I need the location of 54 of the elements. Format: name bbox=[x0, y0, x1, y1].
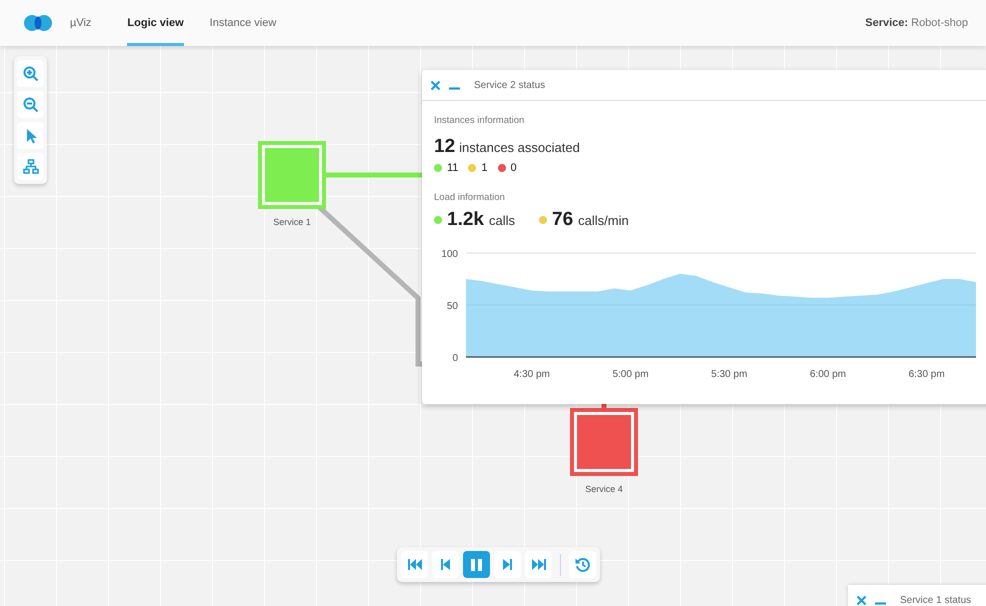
hierarchy-icon bbox=[22, 159, 38, 174]
connector-line bbox=[601, 404, 607, 408]
step-forward-icon bbox=[503, 559, 512, 570]
history-button[interactable] bbox=[569, 551, 596, 578]
x-tick-label: 5:00 pm bbox=[612, 369, 649, 380]
view-tab[interactable]: Instance view bbox=[210, 0, 276, 46]
section-heading: Instances information bbox=[434, 115, 526, 126]
close-button[interactable] bbox=[854, 592, 869, 606]
y-tick-label: 50 bbox=[446, 301, 458, 312]
section-heading: Load information bbox=[434, 192, 506, 203]
last-button[interactable] bbox=[525, 551, 552, 578]
app-name: µViz bbox=[70, 17, 92, 29]
close-button[interactable] bbox=[428, 78, 443, 92]
x-tick-label: 6:30 pm bbox=[908, 369, 945, 380]
zoom-in-button[interactable] bbox=[17, 60, 44, 87]
load-value: 1.2k bbox=[447, 209, 484, 231]
instances-label: instances associated bbox=[459, 140, 580, 155]
panel-title: Service 1 status bbox=[900, 594, 972, 606]
service-label: Service 4 bbox=[585, 484, 623, 494]
skip-end-icon bbox=[532, 559, 546, 570]
load-unit: calls/min bbox=[578, 212, 629, 228]
instances-count: 12 bbox=[434, 136, 456, 158]
instance-count: 1 bbox=[481, 162, 488, 174]
instance-count: 0 bbox=[510, 162, 517, 174]
zoom-in-icon bbox=[22, 66, 38, 82]
load-value: 76 bbox=[552, 209, 574, 231]
x-tick-label: 6:00 pm bbox=[810, 369, 846, 380]
y-tick-label: 100 bbox=[441, 249, 458, 260]
service-label: Service 1 bbox=[273, 217, 311, 227]
minimize-icon bbox=[875, 602, 886, 604]
skip-start-icon bbox=[408, 559, 422, 570]
x-tick-label: 5:30 pm bbox=[711, 369, 748, 380]
first-button[interactable] bbox=[401, 551, 428, 578]
minimize-icon bbox=[449, 86, 460, 90]
pause-button[interactable] bbox=[463, 551, 490, 578]
y-tick-label: 0 bbox=[452, 353, 458, 364]
history-icon bbox=[575, 557, 590, 572]
next-button[interactable] bbox=[494, 551, 521, 578]
pointer-icon bbox=[24, 128, 36, 144]
load-unit: calls bbox=[488, 212, 515, 228]
close-icon bbox=[856, 594, 867, 606]
step-back-icon bbox=[441, 559, 450, 570]
instance-count: 11 bbox=[447, 162, 458, 174]
x-tick-label: 4:30 pm bbox=[514, 369, 550, 380]
pause-icon bbox=[471, 558, 482, 570]
service-node[interactable] bbox=[570, 408, 638, 476]
prev-button[interactable] bbox=[432, 551, 459, 578]
service-name: Service: Robot-shop bbox=[865, 17, 968, 29]
zoom-out-button[interactable] bbox=[17, 91, 44, 118]
close-icon bbox=[430, 80, 441, 90]
zoom-out-icon bbox=[22, 96, 38, 112]
panel-title: Service 2 status bbox=[474, 80, 546, 90]
pointer-button[interactable] bbox=[17, 122, 44, 149]
layout-button[interactable] bbox=[17, 153, 44, 180]
